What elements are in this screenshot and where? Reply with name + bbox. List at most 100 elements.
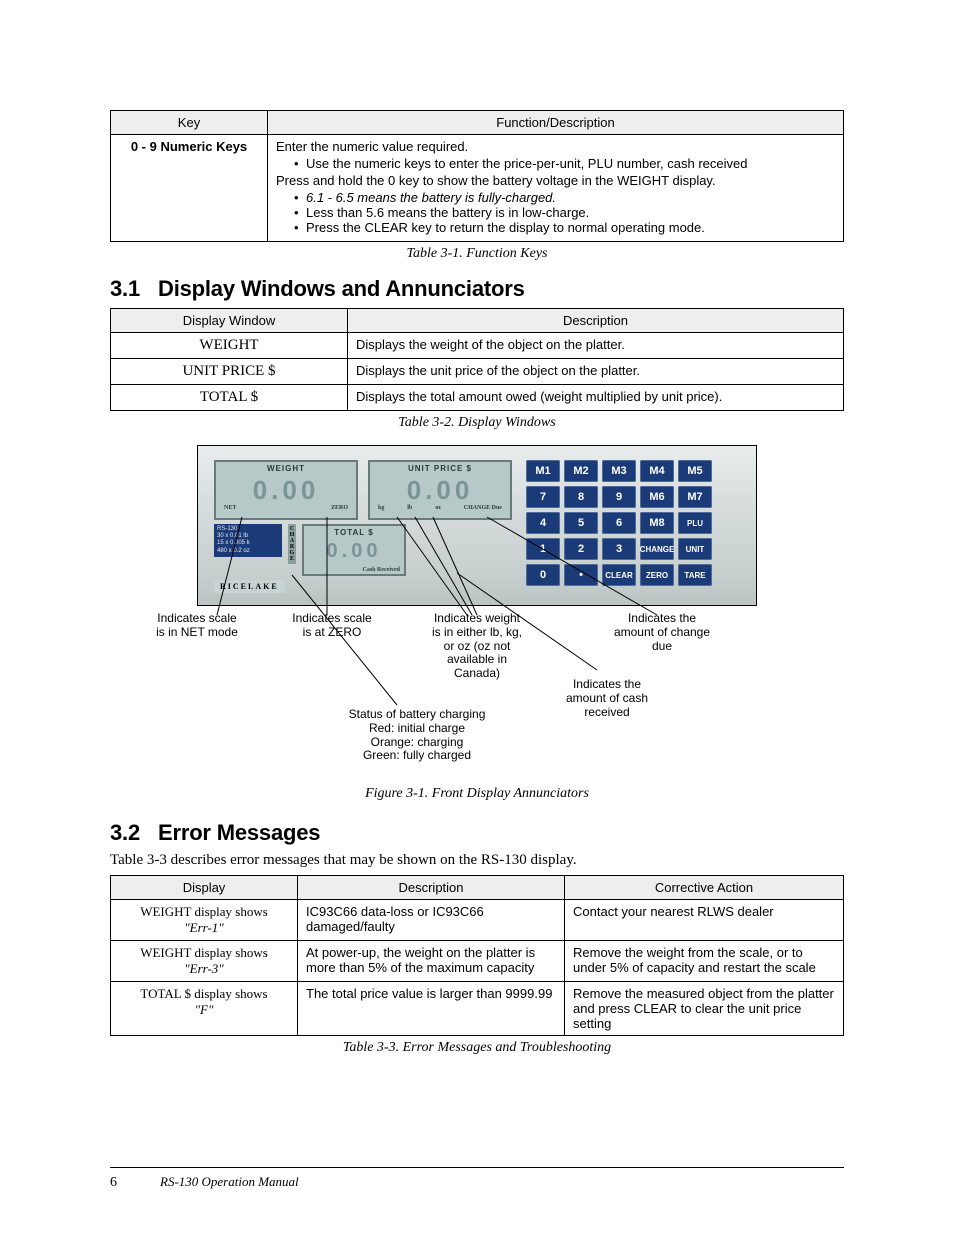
table2-caption: Table 3-2. Display Windows — [110, 415, 844, 431]
key-m3[interactable]: M3 — [602, 460, 636, 482]
key-m1[interactable]: M1 — [526, 460, 560, 482]
table3-cell: WEIGHT display shows"Err-1" — [111, 900, 298, 941]
key-tare[interactable]: TARE — [678, 564, 712, 586]
cash-received-indicator: Cash Received — [363, 567, 401, 573]
key-4[interactable]: 4 — [526, 512, 560, 534]
key-clear[interactable]: CLEAR — [602, 564, 636, 586]
key-unit[interactable]: UNIT — [678, 538, 712, 560]
table3-cell: Contact your nearest RLWS dealer — [565, 900, 844, 941]
table3-caption: Table 3-3. Error Messages and Troublesho… — [110, 1040, 844, 1056]
table-display-windows: Display Window Description WEIGHT Displa… — [110, 308, 844, 411]
total-display: TOTAL $ 0.00 Cash Received — [302, 524, 406, 576]
brand-label: RICELAKE — [214, 580, 285, 593]
key-1[interactable]: 1 — [526, 538, 560, 560]
key-7[interactable]: 7 — [526, 486, 560, 508]
key-9[interactable]: 9 — [602, 486, 636, 508]
lb-indicator: lb — [407, 505, 412, 511]
table3-cell: WEIGHT display shows"Err-3" — [111, 941, 298, 982]
key-plu[interactable]: PLU — [678, 512, 712, 534]
unit-price-display: UNIT PRICE $ 0.00 kg lb oz CHANGE Due — [368, 460, 512, 520]
table1-head-desc: Function/Description — [268, 111, 844, 135]
total-label: TOTAL $ — [304, 528, 404, 537]
callout-zero: Indicates scale is at ZERO — [277, 612, 387, 640]
total-value: 0.00 — [304, 541, 404, 561]
key-change[interactable]: CHANGE — [640, 538, 674, 560]
weight-display: WEIGHT 0.00 NET ZERO — [214, 460, 358, 520]
table1-bullet: Press the CLEAR key to return the displa… — [294, 220, 835, 235]
table2-cell: Displays the weight of the object on the… — [348, 333, 844, 359]
table3-head-display: Display — [111, 876, 298, 900]
table2-head-desc: Description — [348, 309, 844, 333]
table2-cell: TOTAL $ — [111, 385, 348, 411]
net-indicator: NET — [224, 505, 236, 511]
callout-cash: Indicates the amount of cash received — [537, 678, 677, 719]
zero-indicator: ZERO — [331, 505, 348, 511]
scale-front-panel: WEIGHT 0.00 NET ZERO UNIT PRICE $ 0.00 — [197, 445, 757, 606]
keypad: M1 M2 M3 M4 M5 7 8 9 M6 M7 4 5 6 M8 PLU … — [526, 460, 712, 586]
charge-indicator: CHARGE — [288, 524, 296, 564]
key-m6[interactable]: M6 — [640, 486, 674, 508]
table3-cell: Remove the measured object from the plat… — [565, 982, 844, 1036]
table3-head-action: Corrective Action — [565, 876, 844, 900]
weight-display-label: WEIGHT — [216, 464, 356, 473]
table2-cell: UNIT PRICE $ — [111, 359, 348, 385]
oz-indicator: oz — [435, 505, 441, 511]
key-m4[interactable]: M4 — [640, 460, 674, 482]
table3-cell: The total price value is larger than 999… — [298, 982, 565, 1036]
section-title: Display Windows and Annunciators — [158, 276, 525, 301]
page-footer: 6 RS-130 Operation Manual — [110, 1167, 844, 1191]
table3-cell: Remove the weight from the scale, or to … — [565, 941, 844, 982]
unit-price-label: UNIT PRICE $ — [370, 464, 510, 473]
key-3[interactable]: 3 — [602, 538, 636, 560]
key-2[interactable]: 2 — [564, 538, 598, 560]
table1-bullet: 6.1 - 6.5 means the battery is fully-cha… — [294, 190, 835, 205]
section-3-2-heading: 3.2Error Messages — [110, 820, 844, 846]
key-8[interactable]: 8 — [564, 486, 598, 508]
section-title: Error Messages — [158, 820, 320, 845]
key-m5[interactable]: M5 — [678, 460, 712, 482]
section-3-2-body: Table 3-3 describes error messages that … — [110, 852, 844, 869]
table3-cell: TOTAL $ display shows"F" — [111, 982, 298, 1036]
figure-caption: Figure 3-1. Front Display Annunciators — [110, 786, 844, 802]
change-due-indicator: CHANGE Due — [464, 505, 502, 511]
manual-title: RS-130 Operation Manual — [160, 1174, 299, 1189]
table2-cell: Displays the unit price of the object on… — [348, 359, 844, 385]
table3-cell: IC93C66 data-loss or IC93C66 damaged/fau… — [298, 900, 565, 941]
key-zero[interactable]: ZERO — [640, 564, 674, 586]
callout-charge: Status of battery charging Red: initial … — [317, 708, 517, 763]
table1-bullet: Less than 5.6 means the battery is in lo… — [294, 205, 835, 220]
kg-indicator: kg — [378, 505, 384, 511]
callout-net: Indicates scale is in NET mode — [137, 612, 257, 640]
key-6[interactable]: 6 — [602, 512, 636, 534]
table1-head-key: Key — [111, 111, 268, 135]
callout-change: Indicates the amount of change due — [597, 612, 727, 653]
table-error-messages: Display Description Corrective Action WE… — [110, 875, 844, 1036]
section-num: 3.2 — [110, 820, 158, 846]
figure-3-1: WEIGHT 0.00 NET ZERO UNIT PRICE $ 0.00 — [197, 445, 757, 782]
section-num: 3.1 — [110, 276, 158, 302]
key-m2[interactable]: M2 — [564, 460, 598, 482]
table1-row-desc: Enter the numeric value required. Use th… — [268, 135, 844, 242]
table1-line: Press and hold the 0 key to show the bat… — [276, 173, 716, 188]
table2-cell: WEIGHT — [111, 333, 348, 359]
table1-row-key: 0 - 9 Numeric Keys — [111, 135, 268, 242]
key-0[interactable]: 0 — [526, 564, 560, 586]
weight-value: 0.00 — [216, 477, 356, 503]
table2-cell: Displays the total amount owed (weight m… — [348, 385, 844, 411]
table1-bullet: Use the numeric keys to enter the price-… — [294, 156, 835, 171]
key-m7[interactable]: M7 — [678, 486, 712, 508]
table1-desc-intro: Enter the numeric value required. — [276, 139, 468, 154]
section-3-1-heading: 3.1Display Windows and Annunciators — [110, 276, 844, 302]
table-function-keys: Key Function/Description 0 - 9 Numeric K… — [110, 110, 844, 242]
key-dot[interactable]: • — [564, 564, 598, 586]
page-number: 6 — [110, 1175, 117, 1190]
key-m8[interactable]: M8 — [640, 512, 674, 534]
key-5[interactable]: 5 — [564, 512, 598, 534]
unit-price-value: 0.00 — [370, 477, 510, 503]
table3-head-desc: Description — [298, 876, 565, 900]
table2-head-win: Display Window — [111, 309, 348, 333]
callout-unit: Indicates weight is in either lb, kg, or… — [412, 612, 542, 681]
model-info: RS-130 30 x 0.01 lb 15 x 0.005 k 480 x 0… — [214, 524, 282, 557]
table1-caption: Table 3-1. Function Keys — [110, 246, 844, 262]
table3-cell: At power-up, the weight on the platter i… — [298, 941, 565, 982]
